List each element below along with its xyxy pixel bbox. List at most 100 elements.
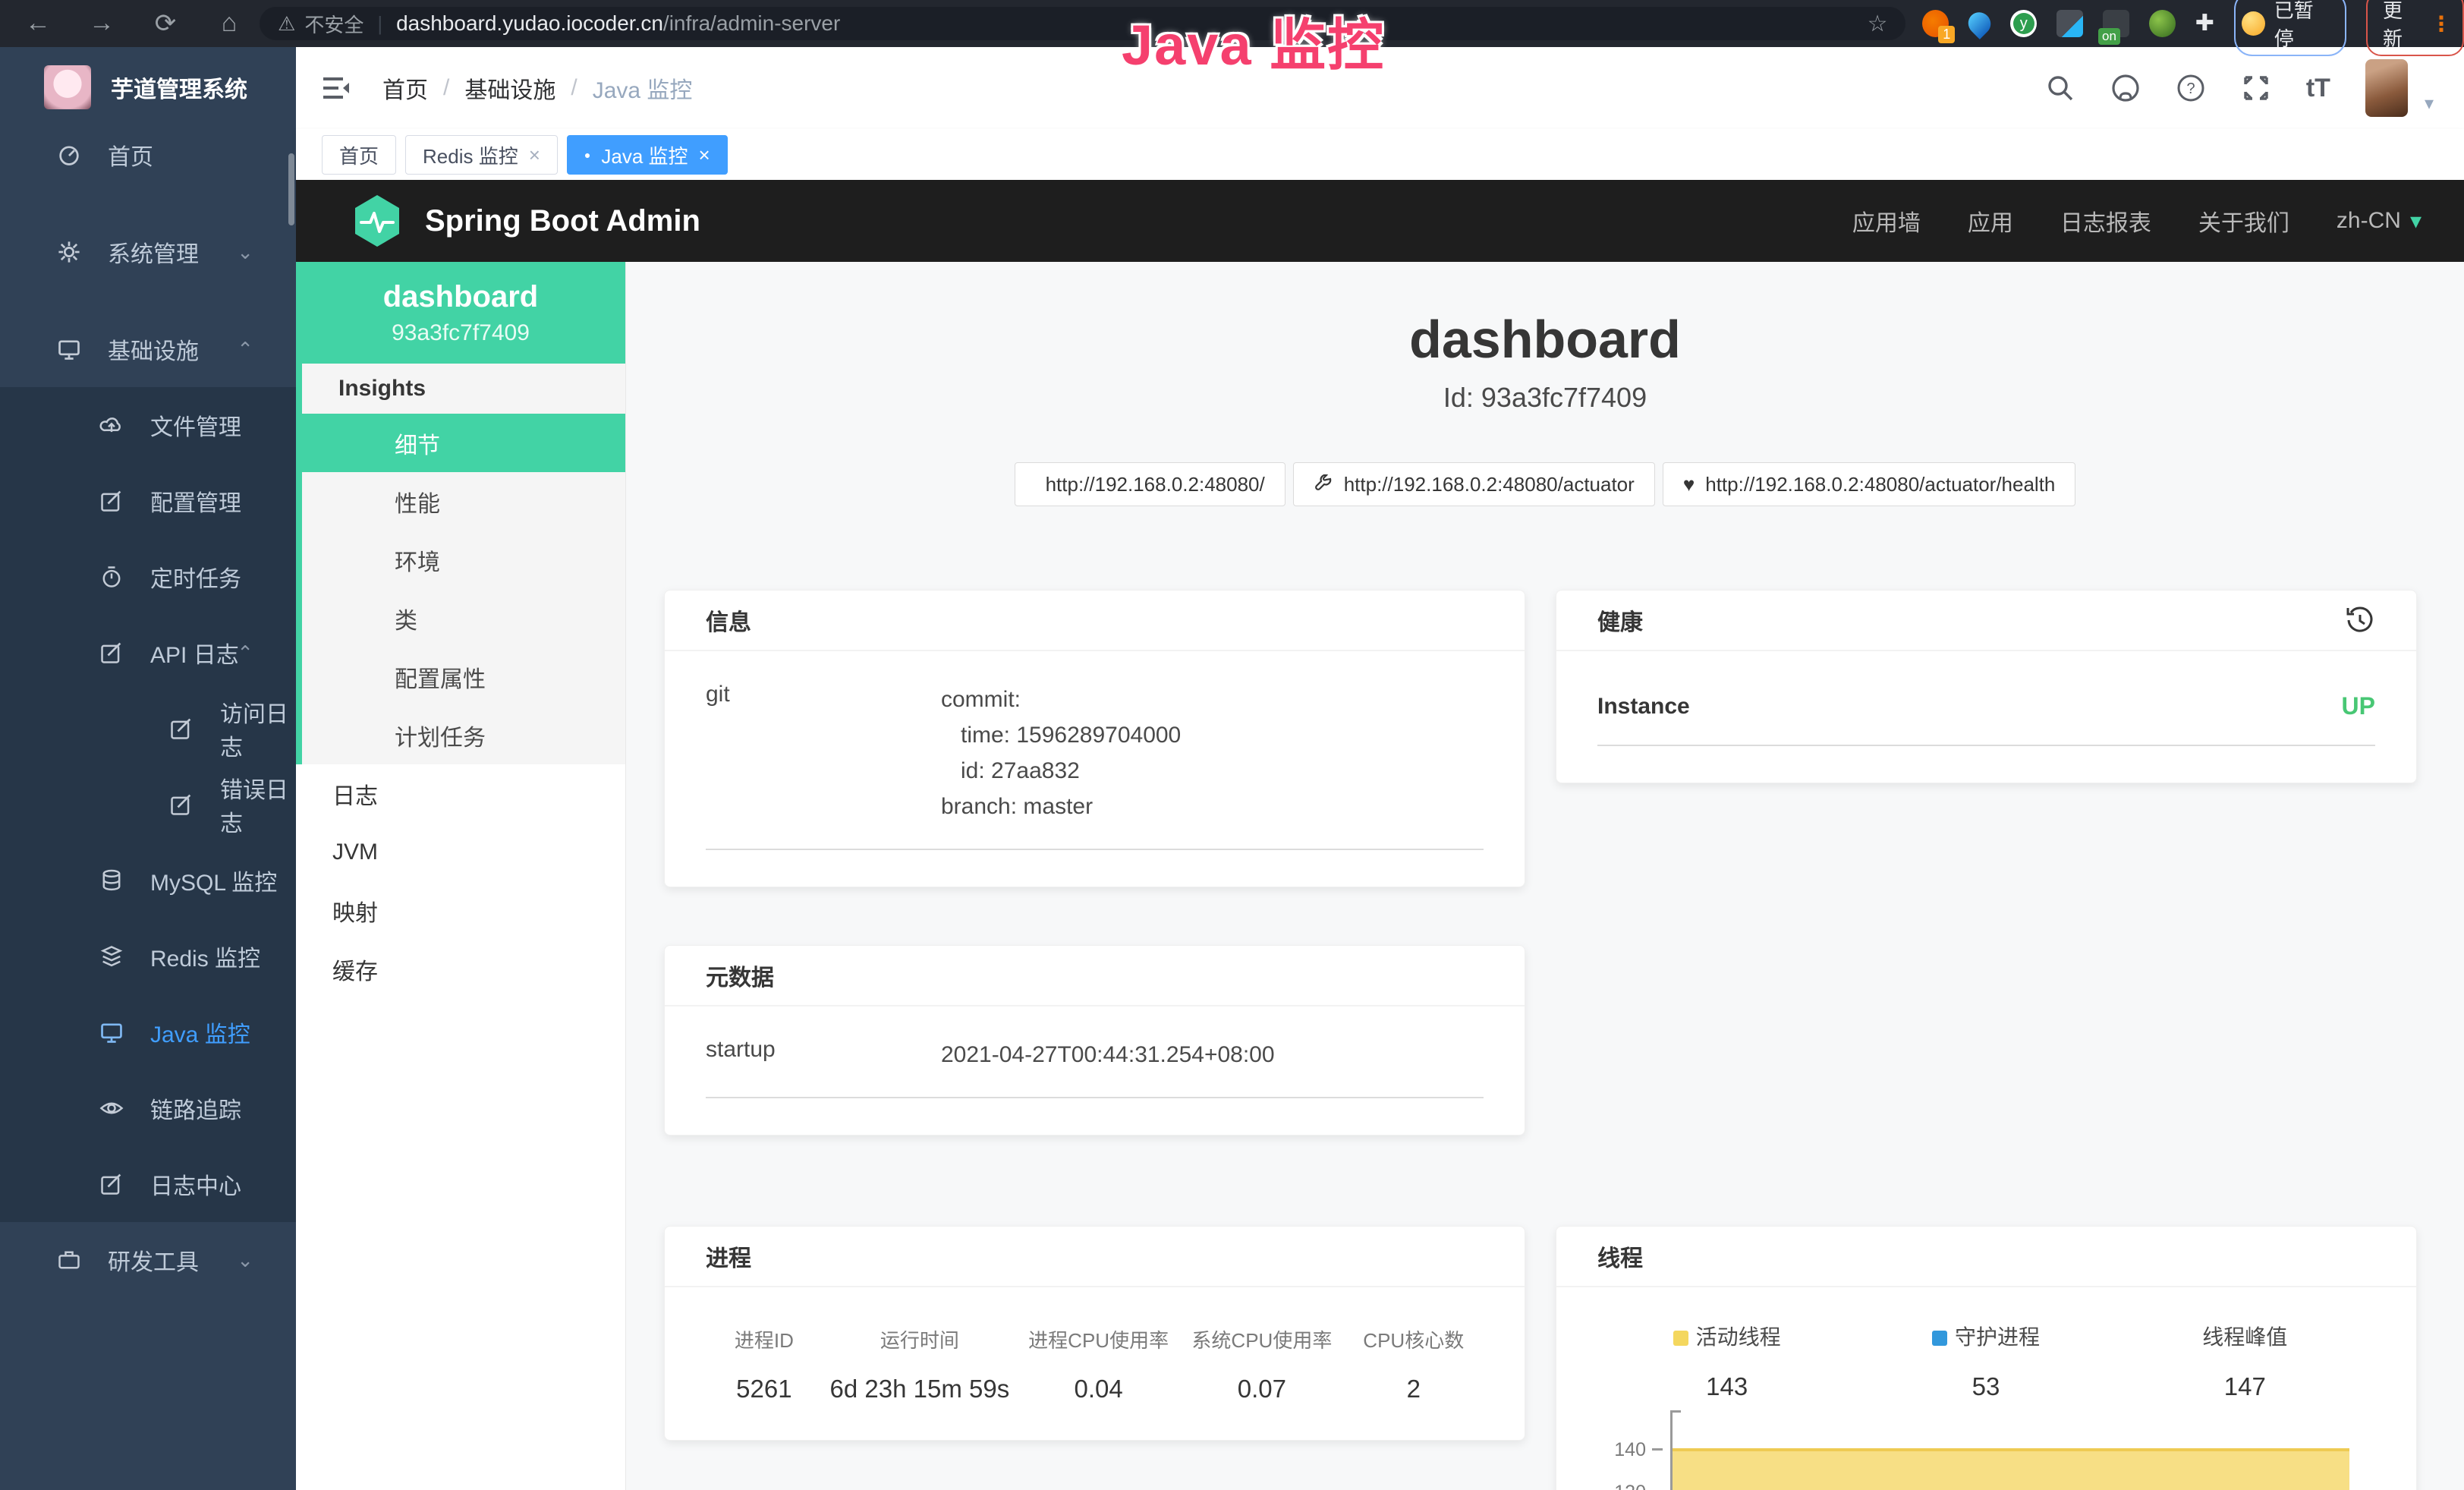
menu-item-classes[interactable]: 类 xyxy=(302,589,625,647)
app-title: 芋道管理系统 xyxy=(111,71,247,104)
sba-nav-applications[interactable]: 应用 xyxy=(1968,204,2013,238)
sba-nav-about[interactable]: 关于我们 xyxy=(2198,204,2289,238)
sidebar-item-cron-jobs[interactable]: 定时任务 xyxy=(0,539,296,615)
wrench-icon xyxy=(1314,474,1333,494)
log-edit-icon xyxy=(168,792,194,817)
sidebar-item-config-mgmt[interactable]: 配置管理 xyxy=(0,463,296,539)
extension-tampermonkey-icon[interactable]: on xyxy=(2103,10,2129,37)
sba-nav-journal[interactable]: 日志报表 xyxy=(2060,204,2151,238)
extension-magnifier-icon[interactable] xyxy=(2149,10,2176,37)
sidebar-item-label: 链路追踪 xyxy=(150,1092,241,1125)
close-icon[interactable]: × xyxy=(529,143,540,167)
address-bar[interactable]: ⚠ 不安全 | dashboard.yudao.iocoder.cn /infr… xyxy=(260,7,1905,40)
profile-avatar-emoji xyxy=(2242,11,2265,36)
forward-icon[interactable]: → xyxy=(85,8,118,39)
menu-item-details[interactable]: 细节 xyxy=(302,414,625,472)
menu-item-metrics[interactable]: 性能 xyxy=(302,472,625,531)
close-icon[interactable]: × xyxy=(699,143,710,167)
tab-redis-monitor[interactable]: Redis 监控 × xyxy=(405,135,558,175)
sidebar-item-file-mgmt[interactable]: 文件管理 xyxy=(0,387,296,463)
sidebar-item-label: API 日志 xyxy=(150,636,239,669)
hamburger-fold-icon[interactable] xyxy=(322,75,351,101)
menu-item-environment[interactable]: 环境 xyxy=(302,531,625,589)
sidebar-item-mysql-monitor[interactable]: MySQL 监控 xyxy=(0,843,296,918)
git-time-line: time: 1596289704000 xyxy=(941,717,1181,753)
user-caret-icon[interactable]: ▾ xyxy=(2425,93,2434,115)
breadcrumb-infrastructure[interactable]: 基础设施 xyxy=(464,71,555,105)
search-icon[interactable] xyxy=(2045,73,2075,103)
breadcrumb-separator: / xyxy=(443,75,449,101)
menu-item-logs[interactable]: 日志 xyxy=(296,764,625,823)
stat-value: 0.07 xyxy=(1180,1375,1343,1403)
stat-value: 0.04 xyxy=(1017,1375,1180,1403)
browser-menu-icon[interactable]: ⋮ xyxy=(2431,11,2452,36)
sidebar-item-infrastructure[interactable]: 基础设施 ⌃ xyxy=(0,311,296,387)
menu-item-scheduled-tasks[interactable]: 计划任务 xyxy=(302,706,625,764)
breadcrumb: 首页 / 基础设施 / Java 监控 xyxy=(382,71,692,105)
fullscreen-icon[interactable] xyxy=(2241,73,2271,103)
instance-links-row: http://192.168.0.2:48080/ http://192.168… xyxy=(626,462,2464,506)
sidebar-item-home[interactable]: 首页 xyxy=(0,117,296,193)
peak-threads-value: 147 xyxy=(2116,1372,2374,1401)
update-label: 更新 xyxy=(2383,0,2420,52)
reload-icon[interactable]: ⟳ xyxy=(149,8,182,39)
sba-nav-wallboard[interactable]: 应用墙 xyxy=(1852,204,1921,238)
row-divider xyxy=(706,1097,1484,1098)
sba-locale-select[interactable]: zh-CN ▾ xyxy=(2337,208,2422,235)
instance-header[interactable]: dashboard 93a3fc7f7409 xyxy=(296,262,625,364)
row-divider xyxy=(706,849,1484,850)
sidebar-item-redis-monitor[interactable]: Redis 监控 xyxy=(0,918,296,994)
github-icon[interactable] xyxy=(2110,73,2141,103)
extensions-puzzle-icon[interactable]: ✚ xyxy=(2195,10,2214,37)
git-commit-line: commit: xyxy=(941,682,1181,717)
sidebar-item-api-logs[interactable]: API 日志 ⌃ xyxy=(0,615,296,691)
help-icon[interactable]: ? xyxy=(2176,73,2206,103)
extension-orange-icon[interactable]: 1 xyxy=(1922,10,1949,37)
profile-paused-chip[interactable]: 已暂停 xyxy=(2234,0,2346,56)
sidebar-item-system-mgmt[interactable]: 系统管理 ⌄ xyxy=(0,214,296,290)
extension-grid-icon[interactable] xyxy=(2056,10,2083,37)
bookmark-star-icon[interactable]: ☆ xyxy=(1868,11,1888,37)
git-id-line: id: 27aa832 xyxy=(941,753,1181,789)
chrome-update-button[interactable]: 更新 ⋮ xyxy=(2366,0,2464,56)
svg-text:?: ? xyxy=(2186,80,2195,97)
health-url-button[interactable]: ♥ http://192.168.0.2:48080/actuator/heal… xyxy=(1663,462,2076,506)
legend-label: 守护进程 xyxy=(1955,1325,2040,1349)
gauge-icon xyxy=(56,142,82,168)
sidebar-item-log-center[interactable]: 日志中心 xyxy=(0,1146,296,1222)
tab-java-monitor[interactable]: ● Java 监控 × xyxy=(567,135,728,175)
text-size-icon[interactable]: tT xyxy=(2306,74,2330,103)
tab-home[interactable]: 首页 xyxy=(322,135,396,175)
menu-item-configprops[interactable]: 配置属性 xyxy=(302,647,625,706)
extension-badge: 1 xyxy=(1938,26,1955,43)
tag-tabs-bar: 首页 Redis 监控 × ● Java 监控 × xyxy=(296,129,2464,180)
menu-item-mappings[interactable]: 映射 xyxy=(296,881,625,940)
health-instance-row[interactable]: Instance UP xyxy=(1597,682,2375,720)
service-url-button[interactable]: http://192.168.0.2:48080/ xyxy=(1015,462,1285,506)
home-icon[interactable]: ⌂ xyxy=(212,8,246,39)
sidebar-item-label: 日志中心 xyxy=(150,1167,241,1201)
heart-icon: ♥ xyxy=(1683,473,1695,496)
extension-green-circle-icon[interactable]: y xyxy=(2010,10,2037,37)
insights-section-label: Insights xyxy=(302,364,625,414)
menu-item-jvm[interactable]: JVM xyxy=(296,823,625,881)
sidebar-item-label: 研发工具 xyxy=(108,1243,199,1277)
sidebar-item-label: 定时任务 xyxy=(150,560,241,594)
sidebar-item-tracing[interactable]: 链路追踪 xyxy=(0,1070,296,1146)
breadcrumb-home[interactable]: 首页 xyxy=(382,71,428,105)
sba-brand-title[interactable]: Spring Boot Admin xyxy=(425,204,700,238)
user-avatar[interactable] xyxy=(2365,59,2408,117)
sidebar-logo-row[interactable]: 芋道管理系统 xyxy=(0,47,296,117)
active-dot-icon: ● xyxy=(584,149,590,161)
sidebar-item-java-monitor[interactable]: Java 监控 xyxy=(0,994,296,1070)
back-icon[interactable]: ← xyxy=(21,8,55,39)
sidebar-item-dev-tools[interactable]: 研发工具 ⌄ xyxy=(0,1222,296,1298)
extension-pin-icon[interactable] xyxy=(1964,8,1996,39)
history-icon[interactable] xyxy=(2345,605,2375,635)
sidebar-scrollbar-thumb[interactable] xyxy=(288,153,294,225)
timer-icon xyxy=(99,564,124,590)
actuator-url-button[interactable]: http://192.168.0.2:48080/actuator xyxy=(1293,462,1655,506)
sidebar-item-error-log[interactable]: 错误日志 xyxy=(0,767,296,843)
menu-item-caches[interactable]: 缓存 xyxy=(296,940,625,998)
sidebar-item-access-log[interactable]: 访问日志 xyxy=(0,691,296,767)
